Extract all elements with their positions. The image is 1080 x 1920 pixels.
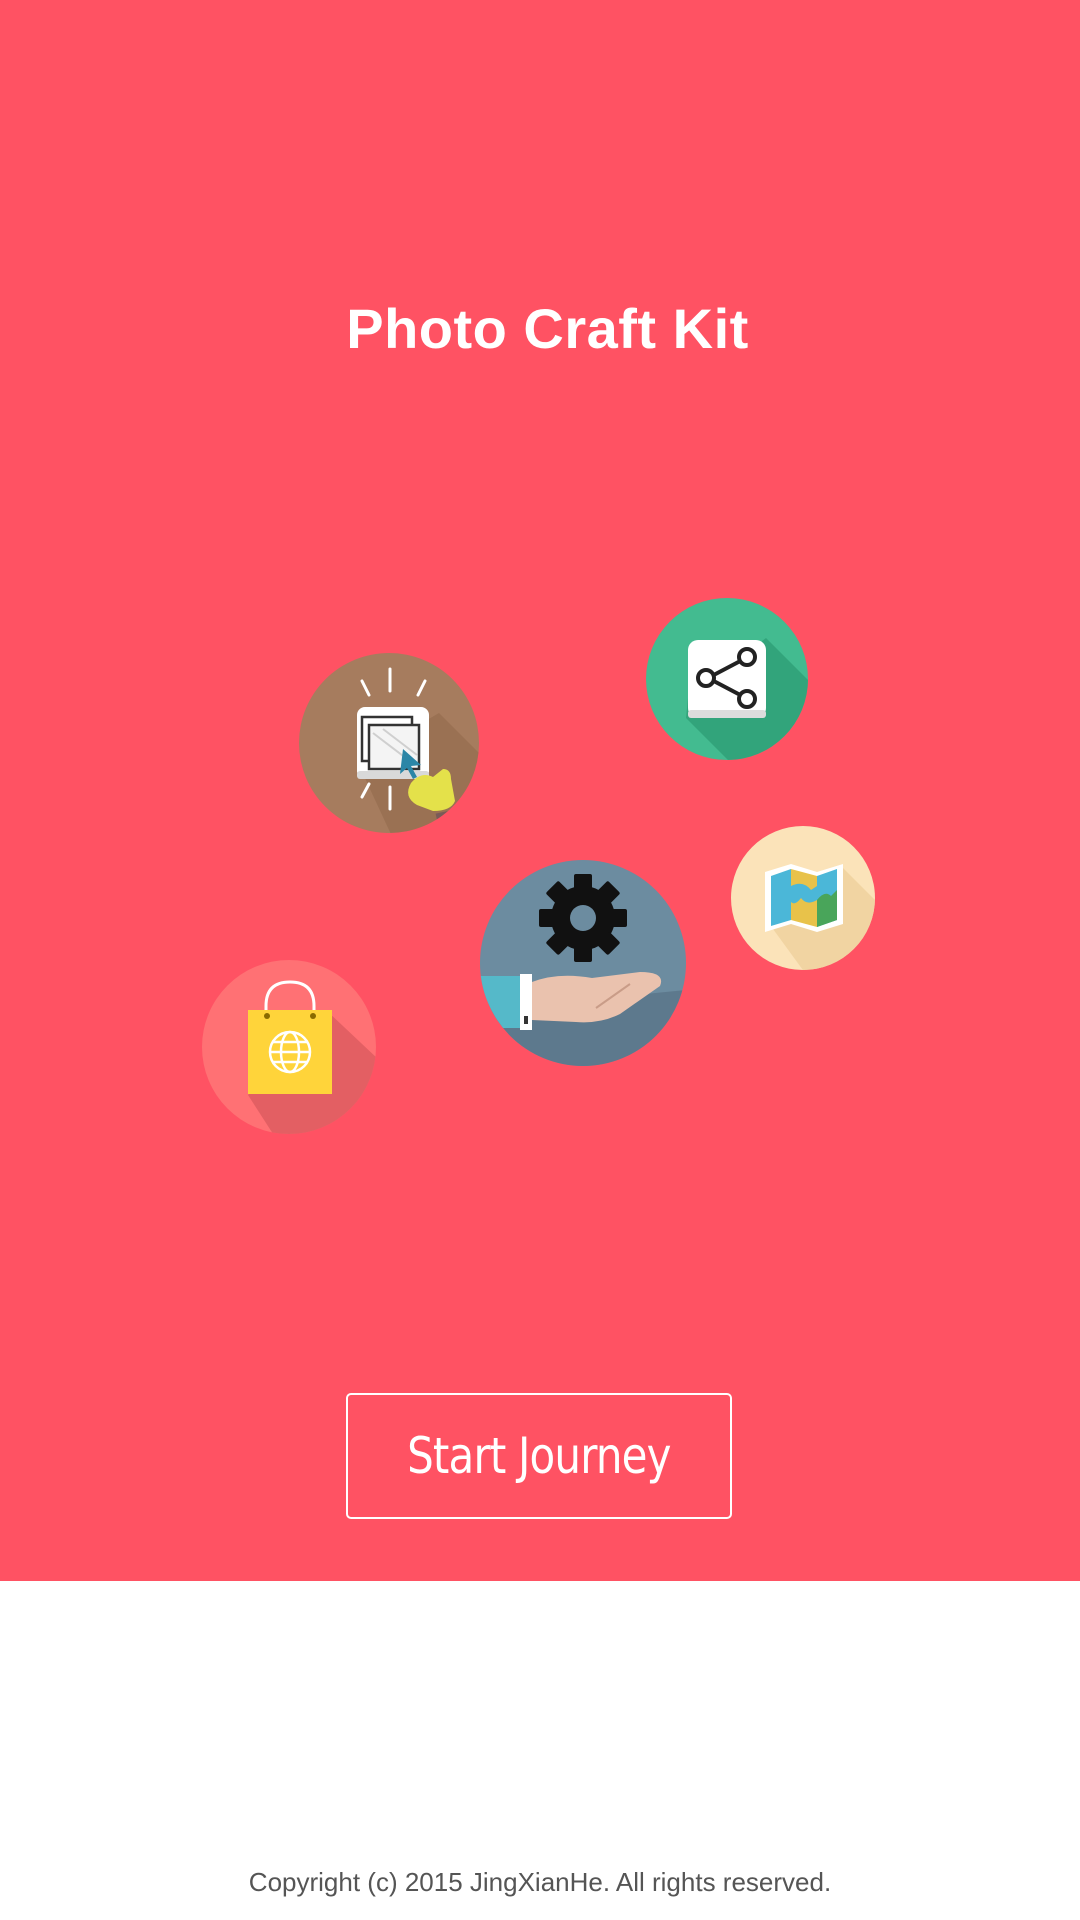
- start-journey-label: Start Journey: [407, 1427, 671, 1485]
- shopping-bag-globe-icon: [202, 960, 376, 1134]
- folder-select-icon: [299, 653, 479, 833]
- gear-in-hand-icon: [480, 860, 686, 1066]
- start-journey-button[interactable]: Start Journey: [346, 1393, 732, 1519]
- app-title: Photo Craft Kit: [346, 297, 749, 360]
- hero-section: Photo Craft Kit Start Journey: [0, 0, 1080, 1581]
- share-icon: [646, 598, 808, 760]
- map-icon: [731, 826, 875, 970]
- copyright-text: Copyright (c) 2015 JingXianHe. All right…: [248, 1867, 832, 1897]
